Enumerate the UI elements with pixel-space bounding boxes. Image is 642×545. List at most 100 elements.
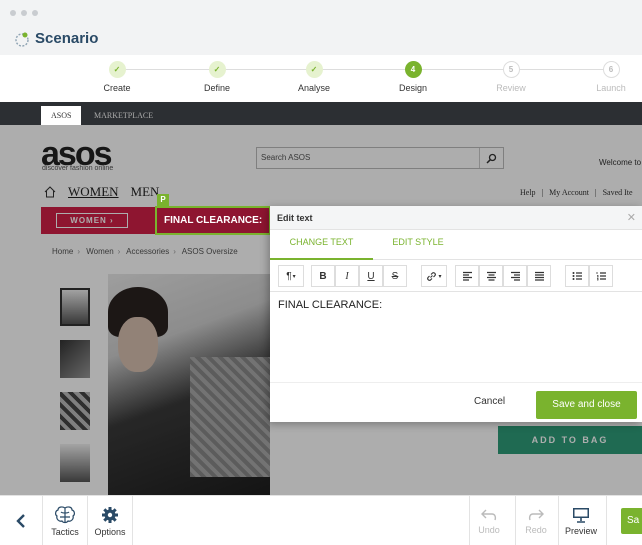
back-button[interactable]	[0, 496, 42, 545]
paragraph-format-button[interactable]: ¶ ▾	[278, 265, 304, 287]
underline-button[interactable]: U	[359, 265, 383, 287]
close-icon[interactable]: ✕	[627, 211, 636, 224]
tab-change-text[interactable]: CHANGE TEXT	[270, 230, 373, 260]
window-dot-3[interactable]	[32, 10, 38, 16]
breadcrumb-accessories[interactable]: Accessories	[126, 247, 169, 256]
preview-button[interactable]: Preview	[559, 496, 603, 545]
italic-button[interactable]: I	[335, 265, 359, 287]
breadcrumb-product[interactable]: ASOS Oversize	[182, 247, 238, 256]
redo-button[interactable]: Redo	[516, 496, 556, 545]
product-photo-face	[118, 317, 158, 372]
step-number: 4	[404, 61, 422, 78]
selected-promo-text[interactable]: FINAL CLEARANCE:	[155, 206, 271, 235]
link-separator: |	[541, 188, 544, 197]
window-controls	[10, 10, 38, 16]
step-number: 6	[602, 61, 620, 78]
link-icon	[427, 271, 437, 281]
product-thumbnail[interactable]	[60, 444, 90, 482]
window-dot-1[interactable]	[10, 10, 16, 16]
dialog-tabs: CHANGE TEXT EDIT STYLE	[270, 230, 642, 260]
paragraph-icon: ¶	[286, 270, 292, 282]
edit-element-badge[interactable]: P	[157, 194, 169, 206]
bullet-list-icon	[572, 272, 582, 280]
nav-men[interactable]: MEN	[131, 184, 160, 200]
redo-icon	[528, 509, 544, 520]
step-analyse[interactable]: ✓ Analyse	[274, 61, 354, 93]
monitor-icon	[573, 507, 589, 523]
dialog-header: Edit text ✕	[270, 206, 642, 230]
undo-button[interactable]: Undo	[470, 496, 508, 545]
site-tab-marketplace[interactable]: MARKETPLACE	[84, 106, 163, 125]
dialog-footer: Cancel Save and close	[270, 382, 642, 422]
window-dot-2[interactable]	[21, 10, 27, 16]
align-justify-button[interactable]	[527, 265, 551, 287]
separator	[606, 496, 607, 545]
gear-icon	[102, 506, 118, 523]
site-search-box[interactable]: Search ASOS	[256, 147, 504, 169]
brain-icon	[55, 505, 75, 523]
search-icon[interactable]	[479, 148, 503, 168]
product-thumbnail[interactable]	[60, 288, 90, 326]
bottom-toolbar: Tactics Options Undo Redo Preview Sa	[0, 495, 642, 545]
women-promo-button[interactable]: WOMEN ›	[56, 213, 128, 228]
tab-edit-style[interactable]: EDIT STYLE	[373, 230, 463, 260]
step-define[interactable]: ✓ Define	[177, 61, 257, 93]
site-tab-asos[interactable]: ASOS	[41, 106, 82, 125]
bold-button[interactable]: B	[311, 265, 335, 287]
breadcrumb-women[interactable]: Women	[86, 247, 113, 256]
step-number: 5	[502, 61, 520, 78]
link-separator: |	[594, 188, 597, 197]
redo-label: Redo	[525, 524, 547, 535]
step-create[interactable]: ✓ Create	[77, 61, 157, 93]
check-icon: ✓	[208, 61, 226, 78]
home-icon[interactable]	[44, 186, 56, 198]
save-button[interactable]: Sa	[621, 508, 642, 534]
align-center-button[interactable]	[479, 265, 503, 287]
check-icon: ✓	[305, 61, 323, 78]
save-and-close-button[interactable]: Save and close	[536, 391, 637, 419]
brand: Scenario	[14, 30, 98, 47]
numbered-list-icon	[596, 272, 606, 281]
step-label: Launch	[596, 83, 626, 93]
chevron-left-icon	[16, 514, 25, 528]
numbered-list-button[interactable]	[589, 265, 613, 287]
step-design[interactable]: 4 Design	[373, 61, 453, 93]
progress-stepper: ✓ Create ✓ Define ✓ Analyse 4 Design 5 R…	[0, 55, 642, 102]
align-right-button[interactable]	[503, 265, 527, 287]
text-editor[interactable]: FINAL CLEARANCE:	[270, 292, 642, 382]
align-left-button[interactable]	[455, 265, 479, 287]
product-thumbnail[interactable]	[60, 392, 90, 430]
nav-women[interactable]: WOMEN	[68, 184, 119, 200]
edit-text-dialog: Edit text ✕ CHANGE TEXT EDIT STYLE ¶ ▾ B …	[270, 206, 642, 422]
tactics-label: Tactics	[51, 526, 79, 537]
link-my-account[interactable]: My Account	[549, 188, 589, 197]
step-label: Review	[496, 83, 526, 93]
options-label: Options	[94, 526, 126, 537]
undo-icon	[481, 509, 497, 520]
breadcrumb-home[interactable]: Home	[52, 247, 73, 256]
site-topbar: ASOS MARKETPLACE	[0, 102, 642, 125]
product-photo-scarf	[190, 357, 270, 477]
step-review[interactable]: 5 Review	[471, 61, 551, 93]
tactics-button[interactable]: Tactics	[43, 496, 87, 545]
step-label: Design	[398, 83, 427, 93]
options-button[interactable]: Options	[88, 496, 132, 545]
link-saved-items[interactable]: Saved Ite	[603, 188, 633, 197]
asos-tagline: discover fashion online	[42, 165, 114, 172]
link-button[interactable]: ▾	[421, 265, 447, 287]
product-thumbnail[interactable]	[60, 340, 90, 378]
cancel-button[interactable]: Cancel	[474, 396, 505, 407]
check-icon: ✓	[108, 61, 126, 78]
link-help[interactable]: Help	[520, 188, 536, 197]
add-to-bag-button[interactable]: ADD TO BAG	[498, 426, 642, 454]
align-center-icon	[486, 271, 496, 281]
util-links: Help | My Account | Saved Ite	[520, 188, 637, 197]
welcome-text: Welcome to	[599, 158, 642, 167]
undo-label: Undo	[478, 524, 500, 535]
step-label: Define	[203, 83, 230, 93]
bullet-list-button[interactable]	[565, 265, 589, 287]
step-label: Create	[103, 83, 131, 93]
site-breadcrumb: Home › Women › Accessories › ASOS Oversize	[52, 247, 238, 256]
step-launch[interactable]: 6 Launch	[571, 61, 642, 93]
strikethrough-button[interactable]: S	[383, 265, 407, 287]
